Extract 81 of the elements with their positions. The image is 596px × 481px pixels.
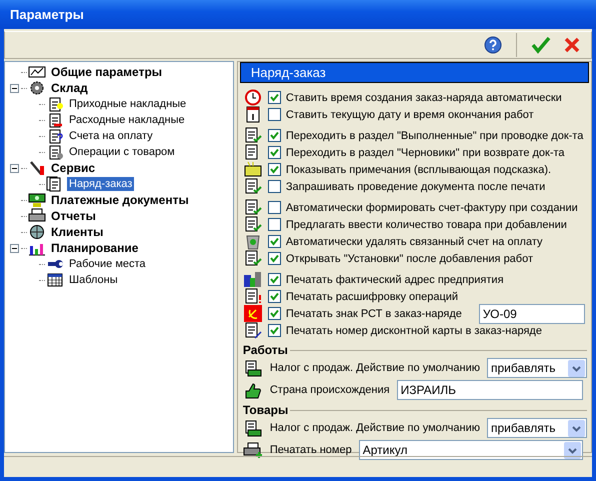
collapse-toggle-icon[interactable] (10, 244, 19, 252)
option-label: Печатать расшифровку операций (286, 290, 458, 302)
checkbox[interactable] (268, 91, 281, 104)
tree-item[interactable]: Рабочие места (67, 257, 148, 271)
checkbox[interactable] (268, 218, 281, 231)
input-field[interactable]: ИЗРАИЛЬ (396, 380, 583, 400)
tree-item[interactable]: Счета на оплату (67, 129, 155, 143)
checkbox[interactable] (268, 273, 281, 286)
field-label: Налог с продаж. Действие по умолчанию (270, 362, 480, 374)
collapse-toggle-icon[interactable] (10, 84, 19, 92)
dropdown[interactable]: Артикул (358, 440, 583, 460)
doc-check-icon (242, 127, 263, 144)
checkbox[interactable] (268, 235, 281, 248)
tree-item[interactable]: Планирование (49, 241, 140, 255)
option-label: Переходить в раздел "Черновики" при возврате док-та (286, 146, 565, 158)
option-label: Предлагать ввести количество товара при добавлении (286, 218, 567, 230)
checkbox[interactable] (268, 324, 281, 337)
close-icon (563, 36, 581, 54)
tree-item[interactable]: Склад (49, 81, 90, 95)
option-label: Печатать знак РСТ в заказ-наряде (286, 308, 462, 320)
option-label: Печатать номер дисконтной карты в заказ-наряде (286, 324, 542, 336)
printer-icon (242, 442, 263, 458)
option-label: Показывать примечания (всплывающая подсказка). (286, 164, 552, 176)
input-field[interactable]: УО-09 (478, 304, 585, 324)
tree-item[interactable]: Общие параметры (49, 65, 164, 79)
field-label: Налог с продаж. Действие по умолчанию (270, 422, 480, 434)
section-title: Работы (242, 343, 288, 357)
dropdown[interactable]: прибавлять (487, 418, 587, 438)
dropdown[interactable]: прибавлять (487, 358, 587, 378)
checkbox[interactable] (268, 180, 281, 193)
field-label: Печатать номер (270, 444, 352, 456)
printer-icon (28, 208, 46, 224)
checkbox[interactable] (268, 146, 281, 159)
checkbox[interactable] (268, 108, 281, 121)
option-label: Переходить в раздел "Выполненные" при проводке док-та (286, 130, 584, 142)
tree-item[interactable]: Шаблоны (67, 273, 120, 287)
checkmark-icon (531, 36, 551, 54)
collapse-toggle-icon[interactable] (10, 164, 19, 172)
note-icon (242, 161, 263, 178)
thumb-icon (242, 382, 263, 398)
chart-icon (28, 64, 46, 80)
checkbox[interactable] (268, 307, 281, 320)
help-icon (484, 36, 502, 54)
money-icon (28, 192, 46, 208)
tree-item[interactable]: Отчеты (49, 209, 98, 223)
tree-item[interactable]: Наряд-заказ (67, 177, 134, 191)
buildings-icon (242, 271, 263, 288)
checkbox[interactable] (268, 163, 281, 176)
emblem-icon (242, 305, 263, 322)
doc-check-icon (242, 199, 263, 216)
table-icon (46, 272, 64, 288)
section-title: Товары (242, 403, 288, 417)
tree-item[interactable]: Сервис (49, 161, 98, 175)
doc-alert-icon (242, 288, 263, 305)
checkbox[interactable] (268, 290, 281, 303)
tree-item[interactable]: Клиенты (49, 225, 106, 239)
tree-item[interactable]: Платежные документы (49, 193, 191, 207)
cash-doc-icon (242, 420, 263, 436)
panel-header: Наряд-заказ (240, 62, 589, 83)
field-label: Страна происхождения (270, 384, 390, 396)
option-label: Запрашивать проведение документа после печати (286, 180, 546, 192)
gear-icon (28, 80, 46, 96)
globe-icon (28, 224, 46, 240)
doc-check-icon (242, 250, 263, 267)
option-label: Ставить время создания заказ-наряда автоматически (286, 92, 562, 104)
doc-check-icon (242, 216, 263, 233)
doc-check-icon (242, 178, 263, 195)
tree-item[interactable]: Приходные накладные (67, 97, 188, 111)
option-label: Печатать фактический адрес предприятия (286, 274, 504, 286)
tree-item[interactable]: Операции с товаром (67, 145, 177, 159)
option-label: Ставить текущую дату и время окончания работ (286, 108, 534, 120)
tree-item[interactable]: Расходные накладные (67, 113, 187, 127)
cash-doc-icon (242, 360, 263, 376)
option-label: Автоматически формировать счет-фактуру при создании (286, 202, 578, 214)
checkbox[interactable] (268, 252, 281, 265)
option-label: Открывать "Установки" после добавления работ (286, 252, 534, 264)
clock-icon (242, 89, 263, 106)
option-label: Автоматически удалять связанный счет на оплату (286, 236, 542, 248)
checkbox[interactable] (268, 201, 281, 214)
checkbox[interactable] (268, 129, 281, 142)
window-title: Параметры (10, 7, 84, 22)
